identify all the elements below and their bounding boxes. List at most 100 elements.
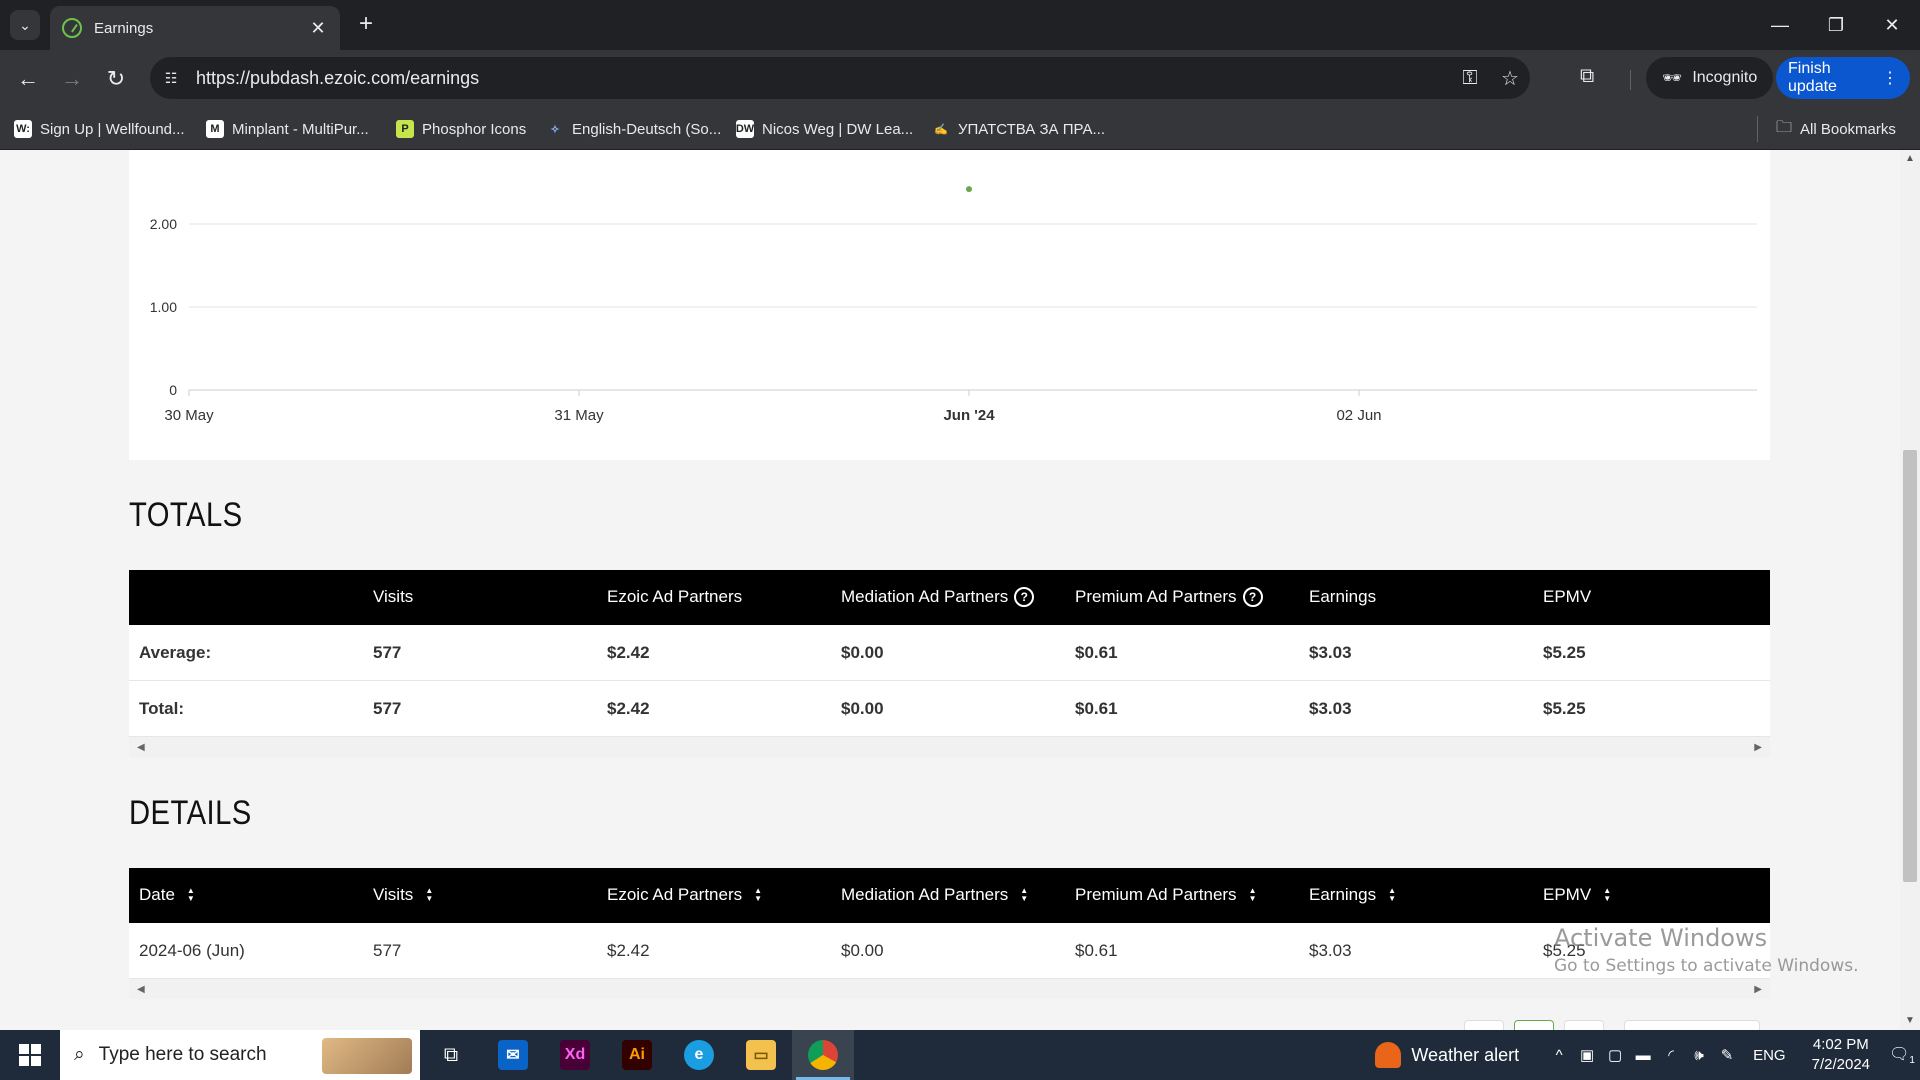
header-label: Mediation Ad Partners [841,885,1009,904]
wifi-icon[interactable]: ◜ [1657,1046,1685,1064]
horizontal-scrollbar[interactable]: ◀ ▶ [129,737,1770,757]
new-tab-button[interactable]: + [352,10,380,38]
sort-icon[interactable]: ▲ ▼ [1249,887,1257,903]
x-tick-label: 30 May [164,407,214,424]
details-col-header[interactable]: Visits ▲ ▼ [373,885,433,905]
illustrator-app[interactable]: Ai [606,1030,668,1080]
sort-icon[interactable]: ▲ ▼ [1388,887,1396,903]
clock[interactable]: 4:02 PM 7/2/2024 [1812,1035,1870,1075]
scroll-thumb[interactable] [1903,450,1917,882]
pagination-prev-button[interactable] [1464,1020,1504,1030]
bookmark-star-icon[interactable]: ☆ [1490,57,1530,99]
details-table: Date ▲ ▼ Visits ▲ ▼ Ezoic Ad Partners ▲ ▼ Mediati… [129,868,1770,999]
weather-alert-icon [1375,1042,1402,1068]
chrome-app[interactable] [792,1030,854,1080]
adobe-xd-app[interactable]: Xd [544,1030,606,1080]
scroll-left-arrow-icon[interactable]: ◀ [137,984,145,995]
header-label: Visits [373,885,414,904]
bookmark-item[interactable]: ✍ УПАТСТВА ЗА ПРА... [932,118,1105,140]
page-scrollbar[interactable]: ▲ ▼ [1900,150,1920,1030]
page-size-select[interactable] [1624,1020,1760,1030]
bookmark-item[interactable]: M Minplant - MultiPur... [206,118,369,140]
network-card-icon[interactable]: ▣ [1573,1046,1601,1064]
restore-button[interactable]: ❐ [1808,0,1864,50]
details-col-header[interactable]: Ezoic Ad Partners ▲ ▼ [607,885,762,905]
pagination-next-button[interactable] [1564,1020,1604,1030]
password-key-icon[interactable]: ⚿ [1450,57,1490,99]
weather-label: Weather alert [1411,1044,1520,1065]
finish-update-button[interactable]: Finish update ⋮ [1776,57,1910,99]
table-cell: Average: [139,643,212,662]
sort-icon[interactable]: ▲ ▼ [1020,887,1028,903]
x-tick-label: 31 May [554,407,604,424]
sort-icon[interactable]: ▲ ▼ [1603,887,1611,903]
help-icon[interactable]: ? [1242,587,1263,607]
all-bookmarks-button[interactable]: 🗀 All Bookmarks [1776,118,1896,140]
tab-search-button[interactable]: ⌄ [10,10,40,40]
y-tick-label: 2.00 [150,216,177,232]
bookmark-item[interactable]: ✧ English-Deutsch (So... [546,118,721,140]
page-content: 0 1.00 2.00 30 May 31 May Jun '24 02 Jun TOTAL… [0,150,1900,1030]
sort-icon[interactable]: ▲ ▼ [425,887,433,903]
taskbar-search[interactable]: ⌕ Type here to search [60,1030,420,1080]
chevron-down-icon: ⌄ [19,16,31,33]
site-info-icon[interactable]: ☷ [150,57,192,99]
reload-button[interactable]: ↻ [100,63,132,95]
start-button[interactable] [0,1030,60,1080]
address-bar[interactable]: ☷ https://pubdash.ezoic.com/earnings ⚿ ☆ [150,57,1530,99]
file-explorer-app[interactable]: ▭ [730,1030,792,1080]
edge-icon: e [684,1040,714,1070]
horizontal-scrollbar[interactable]: ◀ ▶ [129,979,1770,999]
details-col-header[interactable]: Mediation Ad Partners ▲ ▼ [841,885,1028,905]
back-button[interactable]: ← [12,63,44,95]
details-col-header[interactable]: Premium Ad Partners ▲ ▼ [1075,885,1256,905]
url-text[interactable]: https://pubdash.ezoic.com/earnings [196,68,1450,89]
table-cell: $2.42 [607,941,650,960]
extensions-puzzle-icon[interactable]: ⧉ [1580,65,1594,88]
edge-app[interactable]: e [668,1030,730,1080]
incognito-button[interactable]: 🕶 Incognito [1646,57,1774,99]
more-vert-icon[interactable]: ⋮ [1882,68,1898,88]
scroll-left-arrow-icon[interactable]: ◀ [137,742,145,753]
scroll-right-arrow-icon[interactable]: ▶ [1754,742,1762,753]
scroll-up-arrow-icon[interactable]: ▲ [1905,154,1915,164]
volume-icon[interactable]: 🕪 [1685,1047,1713,1064]
details-col-header[interactable]: EPMV ▲ ▼ [1543,885,1611,905]
tab-earnings[interactable]: Earnings ✕ [50,6,340,50]
details-col-header[interactable]: Earnings ▲ ▼ [1309,885,1396,905]
bookmark-item[interactable]: P Phosphor Icons [396,118,526,140]
battery-icon[interactable]: ▬ [1629,1047,1657,1064]
help-icon[interactable]: ? [1014,587,1035,607]
y-tick-label: 1.00 [150,299,177,315]
header-label: Mediation Ad Partners [841,587,1009,606]
minimize-button[interactable]: — [1752,0,1808,50]
scroll-right-arrow-icon[interactable]: ▶ [1754,984,1762,995]
meet-now-icon[interactable]: ▢ [1601,1046,1629,1064]
close-window-button[interactable]: ✕ [1864,0,1920,50]
header-label: Date [139,885,175,904]
weather-widget[interactable]: Weather alert [1375,1042,1519,1068]
pen-icon[interactable]: ✎ [1713,1046,1741,1064]
bookmark-favicon-icon: P [396,120,414,138]
task-view-button[interactable]: ⧉ [420,1030,482,1080]
illustrator-icon: Ai [622,1040,652,1070]
header-label: Ezoic Ad Partners [607,885,743,904]
close-icon[interactable]: ✕ [308,18,328,39]
table-cell: $3.03 [1309,643,1352,662]
pagination-page-button[interactable] [1514,1020,1554,1030]
header-label: Earnings [1309,885,1377,904]
mail-icon: ✉ [498,1040,528,1070]
chevron-up-icon[interactable]: ^ [1545,1047,1573,1064]
notification-icon[interactable]: 🗨1 [1884,1044,1920,1066]
header-label: Premium Ad Partners [1075,885,1237,904]
bookmark-item[interactable]: DW Nicos Weg | DW Lea... [736,118,913,140]
forward-button[interactable]: → [56,63,88,95]
mail-app[interactable]: ✉ [482,1030,544,1080]
sort-icon[interactable]: ▲ ▼ [754,887,762,903]
bookmark-item[interactable]: W: Sign Up | Wellfound... [14,118,185,140]
sort-icon[interactable]: ▲ ▼ [187,887,195,903]
data-point[interactable] [966,186,972,193]
scroll-down-arrow-icon[interactable]: ▼ [1905,1016,1915,1026]
language-indicator[interactable]: ENG [1753,1047,1786,1064]
details-col-header[interactable]: Date ▲ ▼ [139,885,195,905]
